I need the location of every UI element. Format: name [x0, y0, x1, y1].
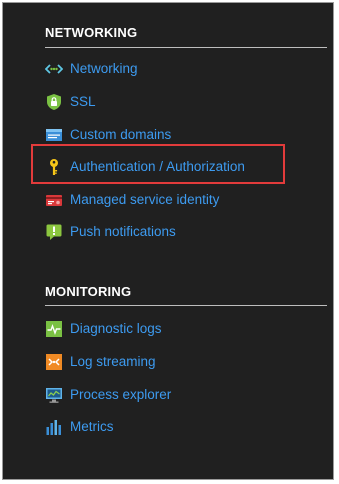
menu-item-log-streaming[interactable]: Log streaming: [45, 351, 156, 373]
menu-item-label: Custom domains: [70, 127, 172, 142]
menu-item-label: Process explorer: [70, 387, 172, 402]
menu-item-custom-domains[interactable]: Custom domains: [45, 124, 171, 146]
networking-section-divider: [45, 47, 327, 48]
ssl-shield-icon: [45, 93, 63, 111]
menu-item-networking[interactable]: Networking: [45, 58, 138, 80]
menu-item-diagnostic-logs[interactable]: Diagnostic logs: [45, 318, 162, 340]
menu-item-label: Diagnostic logs: [70, 321, 162, 336]
metrics-icon: [45, 418, 63, 436]
menu-item-label: Log streaming: [70, 354, 156, 369]
menu-item-label: SSL: [70, 94, 96, 109]
menu-item-label: Managed service identity: [70, 192, 220, 207]
monitoring-section-divider: [45, 305, 327, 306]
diagnostic-logs-icon: [45, 320, 63, 338]
networking-section-header: NETWORKING: [45, 25, 138, 40]
custom-domains-icon: [45, 126, 63, 144]
menu-item-label: Metrics: [70, 419, 114, 434]
menu-item-label: Push notifications: [70, 224, 176, 239]
menu-item-process-explorer[interactable]: Process explorer: [45, 384, 171, 406]
process-explorer-icon: [45, 386, 63, 404]
highlight-annotation-box: [31, 144, 285, 184]
managed-identity-icon: [45, 191, 63, 209]
menu-item-label: Networking: [70, 61, 138, 76]
menu-item-ssl[interactable]: SSL: [45, 91, 96, 113]
menu-item-managed-service-identity[interactable]: Managed service identity: [45, 189, 219, 211]
log-streaming-icon: [45, 353, 63, 371]
settings-menu-panel: NETWORKING Networking SSL Custom domains…: [2, 2, 334, 480]
networking-icon: [45, 60, 63, 78]
monitoring-section-header: MONITORING: [45, 284, 132, 299]
menu-item-metrics[interactable]: Metrics: [45, 416, 114, 438]
push-notifications-icon: [45, 223, 63, 241]
menu-item-push-notifications[interactable]: Push notifications: [45, 221, 176, 243]
